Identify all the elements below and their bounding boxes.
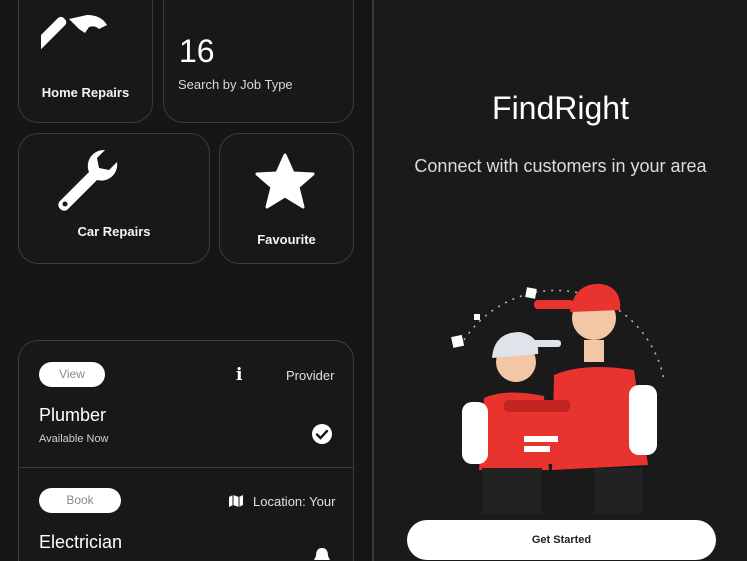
onboarding-panel: FindRight Connect with customers in your… xyxy=(374,0,747,561)
home-repairs-label: Home Repairs xyxy=(41,85,130,100)
car-repairs-label: Car Repairs xyxy=(77,224,151,239)
wrench-icon xyxy=(53,146,121,214)
check-circle-icon xyxy=(311,423,333,450)
job-list: View i Provider Plumber Available Now Bo… xyxy=(18,340,354,561)
job-type-card[interactable]: 16 Search by Job Type xyxy=(163,0,354,123)
list-item[interactable]: View i Provider Plumber Available Now xyxy=(19,341,353,467)
hammer-icon xyxy=(41,11,109,73)
list-item[interactable]: Book Location: Your Electrician xyxy=(19,468,353,561)
app-title: FindRight xyxy=(492,90,629,126)
job-type-label: Search by Job Type xyxy=(178,77,293,92)
favourite-card[interactable]: Favourite xyxy=(219,133,354,264)
car-repairs-card[interactable]: Car Repairs xyxy=(18,133,210,264)
favourite-label: Favourite xyxy=(257,232,316,247)
star-icon xyxy=(254,152,316,212)
tagline: Connect with customers in your area xyxy=(414,156,707,176)
info-icon[interactable]: i xyxy=(236,365,242,385)
get-started-button[interactable]: Get Started xyxy=(407,520,716,560)
job-title: Plumber xyxy=(39,405,107,425)
book-button[interactable]: Book xyxy=(39,488,121,513)
left-panel: Home Repairs 16 Search by Job Type Car R… xyxy=(0,0,372,561)
job-type-count: 16 xyxy=(179,33,215,69)
map-icon xyxy=(229,494,243,512)
view-button[interactable]: View xyxy=(39,362,105,387)
bell-icon xyxy=(314,548,330,561)
provider-label: Provider xyxy=(286,368,335,383)
home-repairs-card[interactable]: Home Repairs xyxy=(18,0,153,123)
job-title: Electrician xyxy=(39,532,123,552)
workers-illustration xyxy=(434,270,694,520)
location-label: Location: Your xyxy=(253,494,336,509)
job-availability: Available Now xyxy=(39,433,109,445)
